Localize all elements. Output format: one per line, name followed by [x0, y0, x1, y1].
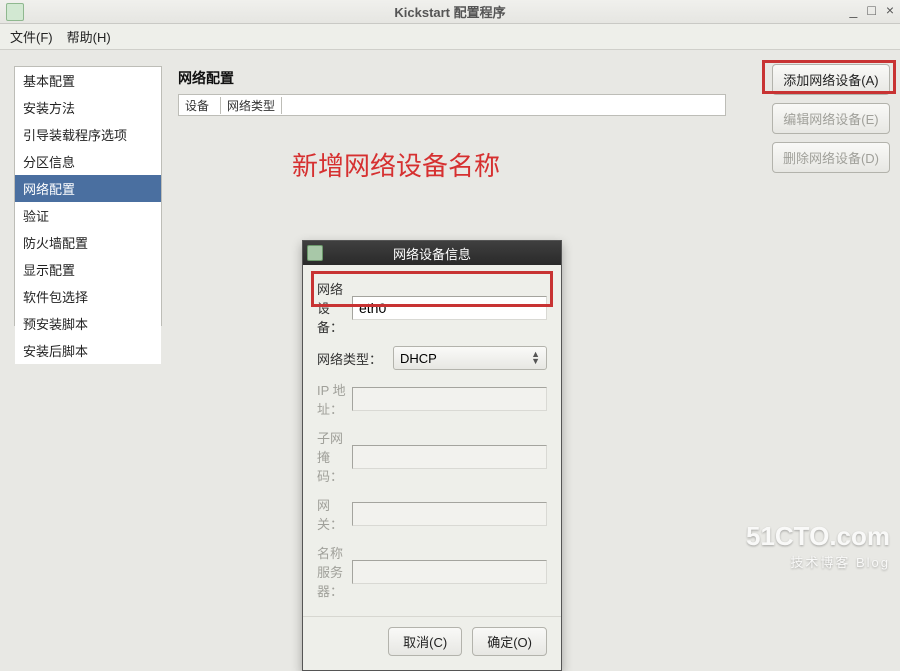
nameserver-input	[352, 560, 547, 584]
netmask-label: 子网掩码：	[317, 428, 352, 485]
menu-file[interactable]: 文件(F)	[10, 27, 53, 46]
sidebar-item-7[interactable]: 显示配置	[15, 256, 161, 283]
gateway-label: 网关：	[317, 495, 352, 533]
sidebar-item-5[interactable]: 验证	[15, 202, 161, 229]
close-icon[interactable]: ×	[886, 2, 894, 18]
delete-network-device-button: 删除网络设备(D)	[772, 142, 890, 173]
cancel-button[interactable]: 取消(C)	[388, 627, 462, 656]
chevron-up-down-icon: ▲▼	[531, 351, 540, 365]
dialog-title: 网络设备信息	[393, 244, 471, 263]
sidebar-item-6[interactable]: 防火墙配置	[15, 229, 161, 256]
network-device-dialog: 网络设备信息 网络设备： 网络类型： DHCP ▲▼ IP 地址： 子网掩码： …	[302, 240, 562, 671]
col-type: 网络类型	[221, 97, 282, 114]
device-label: 网络设备：	[317, 279, 352, 336]
window-titlebar: Kickstart 配置程序 _ □ ×	[0, 0, 900, 24]
sidebar: 基本配置安装方法引导装载程序选项分区信息网络配置验证防火墙配置显示配置软件包选择…	[0, 50, 172, 587]
window-title: Kickstart 配置程序	[394, 2, 505, 21]
menubar: 文件(F) 帮助(H)	[0, 24, 900, 50]
menu-help[interactable]: 帮助(H)	[67, 27, 111, 46]
edit-network-device-button: 编辑网络设备(E)	[772, 103, 890, 134]
ip-label: IP 地址：	[317, 380, 352, 418]
sidebar-item-1[interactable]: 安装方法	[15, 94, 161, 121]
dialog-titlebar[interactable]: 网络设备信息	[303, 241, 561, 265]
gateway-input	[352, 502, 547, 526]
network-table-header: 设备 网络类型	[178, 94, 726, 116]
sidebar-item-4[interactable]: 网络配置	[15, 175, 161, 202]
annotation-text: 新增网络设备名称	[292, 146, 500, 183]
sidebar-item-10[interactable]: 安装后脚本	[15, 337, 161, 364]
dialog-title-icon	[307, 245, 323, 261]
netmask-input	[352, 445, 547, 469]
col-device: 设备	[179, 97, 221, 114]
add-network-device-button[interactable]: 添加网络设备(A)	[772, 64, 890, 95]
app-icon	[6, 3, 24, 21]
sidebar-item-3[interactable]: 分区信息	[15, 148, 161, 175]
sidebar-item-8[interactable]: 软件包选择	[15, 283, 161, 310]
type-label: 网络类型：	[317, 349, 393, 368]
nameserver-label: 名称服务器：	[317, 543, 352, 600]
sidebar-item-0[interactable]: 基本配置	[15, 67, 161, 94]
sidebar-item-9[interactable]: 预安装脚本	[15, 310, 161, 337]
sidebar-item-2[interactable]: 引导装载程序选项	[15, 121, 161, 148]
type-combobox[interactable]: DHCP ▲▼	[393, 346, 547, 370]
maximize-icon[interactable]: □	[867, 2, 875, 18]
ok-button[interactable]: 确定(O)	[472, 627, 547, 656]
ip-input	[352, 387, 547, 411]
device-input[interactable]	[352, 296, 547, 320]
minimize-icon[interactable]: _	[850, 2, 858, 18]
